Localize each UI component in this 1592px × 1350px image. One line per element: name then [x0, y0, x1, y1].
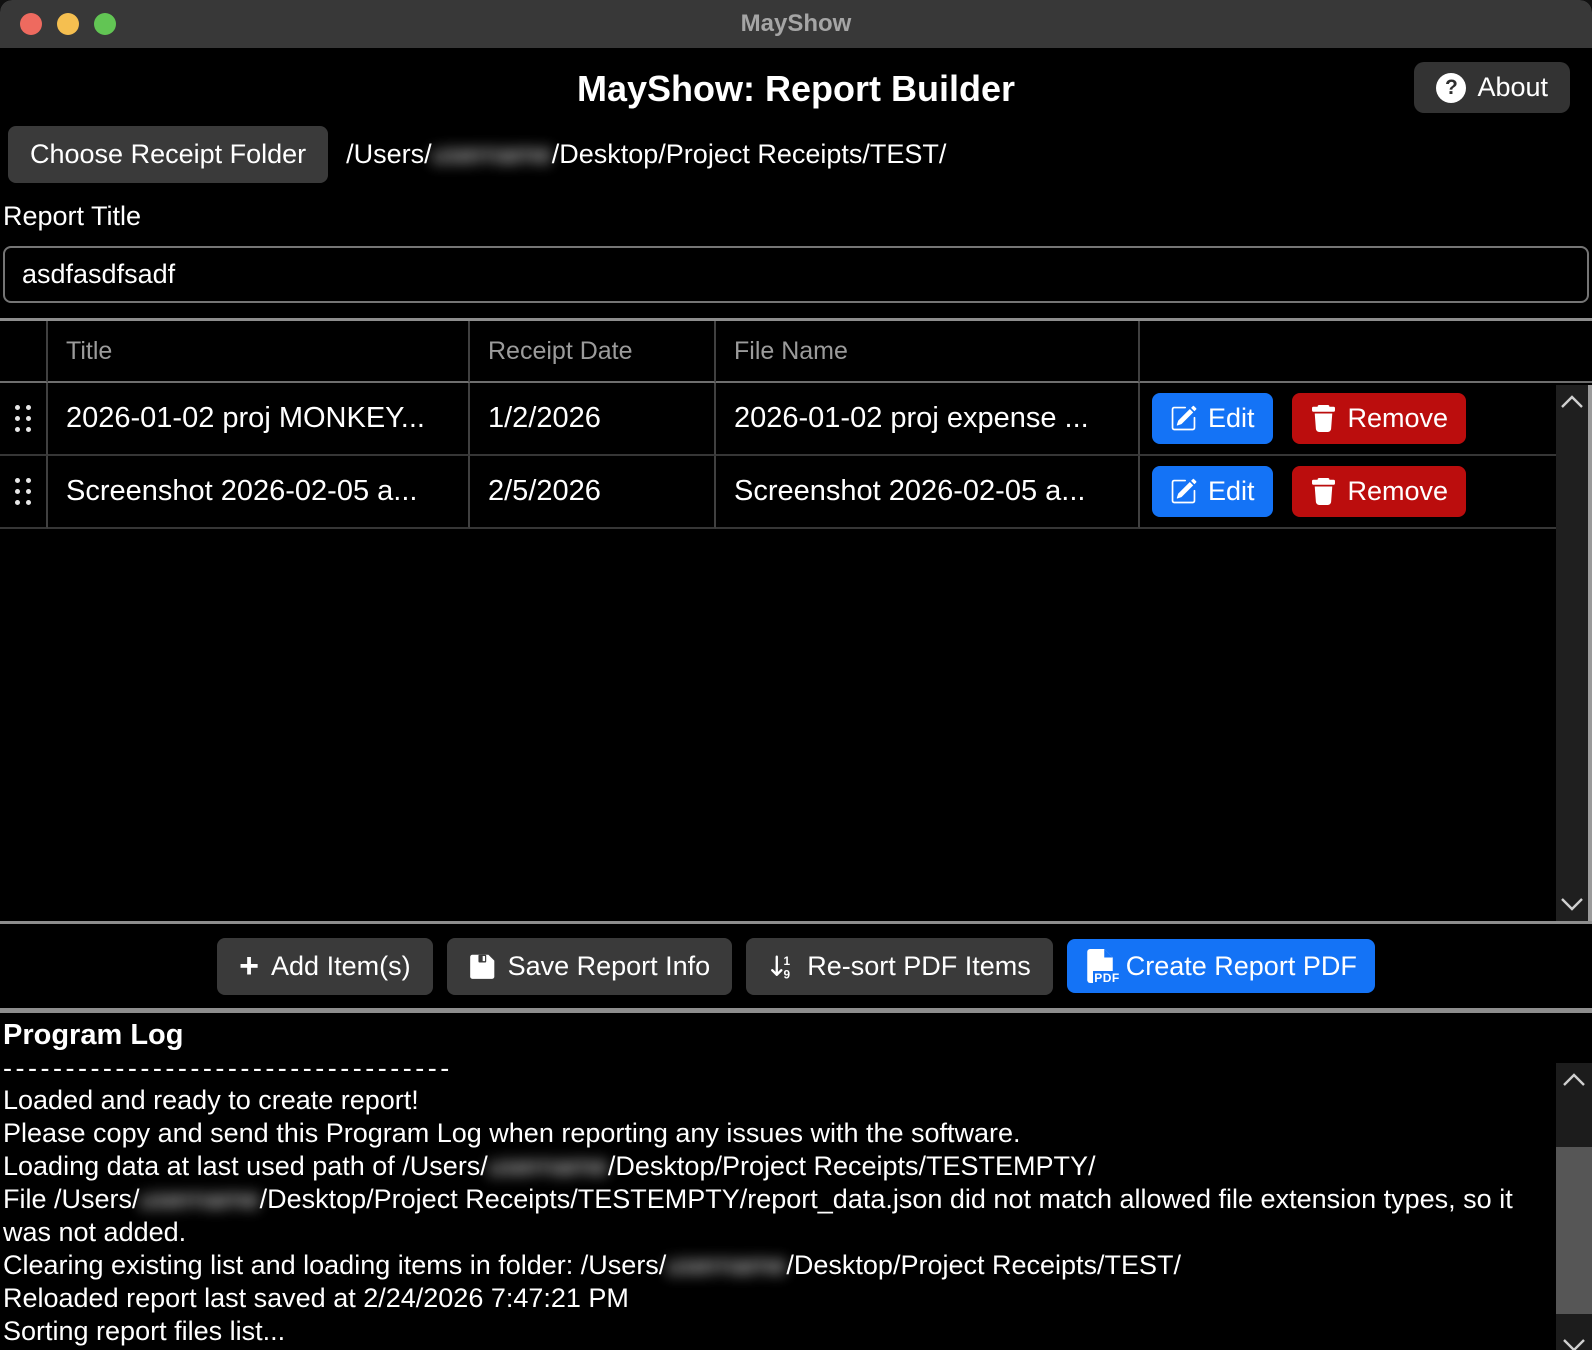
row-title-cell: Screenshot 2026-02-05 a...	[48, 456, 470, 529]
row-actions-cell: Edit Remove	[1140, 383, 1592, 456]
zoom-window-button[interactable]	[94, 13, 116, 35]
file-pdf-icon: PDF	[1085, 949, 1115, 983]
log-text: /Desktop/Project Receipts/TEST/	[786, 1250, 1181, 1280]
question-circle-icon: ?	[1436, 73, 1466, 103]
log-line: Sorting report files list...	[3, 1315, 1543, 1348]
edit-button[interactable]: Edit	[1152, 393, 1273, 444]
about-button[interactable]: ? About	[1414, 62, 1570, 113]
row-drag-cell	[0, 456, 48, 529]
log-line: Loaded and ready to create report!	[3, 1084, 1543, 1117]
log-text: /Desktop/Project Receipts/TESTEMPTY/	[608, 1151, 1096, 1181]
column-header-actions	[1140, 321, 1592, 383]
drag-column-header	[0, 321, 48, 383]
edit-button-label: Edit	[1208, 476, 1255, 507]
pencil-square-icon	[1170, 478, 1197, 505]
bottom-toolbar: + Add Item(s) Save Report Info 19 Re-sor…	[0, 924, 1592, 1008]
minimize-window-button[interactable]	[57, 13, 79, 35]
edit-button-label: Edit	[1208, 403, 1255, 434]
scroll-up-icon[interactable]	[1560, 395, 1584, 409]
receipt-folder-path: /Users/username/Desktop/Project Receipts…	[346, 139, 946, 170]
create-report-pdf-button[interactable]: PDF Create Report PDF	[1067, 939, 1375, 993]
titlebar[interactable]: MayShow	[0, 0, 1592, 48]
drag-handle-icon[interactable]	[15, 478, 31, 505]
save-report-info-button[interactable]: Save Report Info	[447, 938, 733, 995]
log-text: Loading data at last used path of /Users…	[3, 1151, 488, 1181]
redacted-username: username	[666, 1249, 786, 1282]
trash-icon	[1310, 405, 1337, 432]
app-window: MayShow MayShow: Report Builder ? About …	[0, 0, 1592, 1350]
column-header-title: Title	[48, 321, 470, 383]
edit-button[interactable]: Edit	[1152, 466, 1273, 517]
resort-pdf-items-label: Re-sort PDF Items	[807, 951, 1031, 982]
svg-text:1: 1	[784, 953, 791, 967]
scroll-down-icon[interactable]	[1560, 897, 1584, 911]
page-title: MayShow: Report Builder	[0, 60, 1592, 118]
row-actions-cell: Edit Remove	[1140, 456, 1592, 529]
folder-row: Choose Receipt Folder /Users/username/De…	[8, 126, 1592, 183]
remove-button[interactable]: Remove	[1292, 466, 1467, 517]
program-log-heading: Program Log	[3, 1019, 1592, 1052]
log-line: Clearing existing list and loading items…	[3, 1249, 1543, 1282]
row-title-cell: 2026-01-02 proj MONKEY...	[48, 383, 470, 456]
row-date-cell: 2/5/2026	[470, 456, 716, 529]
table-row: 2026-01-02 proj MONKEY... 1/2/2026 2026-…	[0, 383, 1592, 456]
redacted-username: username	[432, 139, 552, 170]
table-scrollbar[interactable]	[1556, 385, 1592, 921]
drag-handle-icon[interactable]	[15, 405, 31, 432]
table-row: Screenshot 2026-02-05 a... 2/5/2026 Scre…	[0, 456, 1592, 529]
report-title-input[interactable]	[3, 246, 1589, 303]
create-report-pdf-label: Create Report PDF	[1126, 951, 1357, 982]
report-title-label: Report Title	[3, 201, 1592, 232]
remove-button-label: Remove	[1348, 403, 1449, 434]
row-drag-cell	[0, 383, 48, 456]
redacted-username: username	[140, 1183, 260, 1216]
log-scrollbar-thumb[interactable]	[1556, 1147, 1592, 1314]
close-window-button[interactable]	[20, 13, 42, 35]
add-items-label: Add Item(s)	[271, 951, 411, 982]
sort-numeric-down-icon: 19	[768, 953, 795, 980]
log-line: Loading data at last used path of /Users…	[3, 1150, 1543, 1183]
log-text: Clearing existing list and loading items…	[3, 1250, 666, 1280]
pencil-square-icon	[1170, 405, 1197, 432]
row-file-cell: 2026-01-02 proj expense ...	[716, 383, 1140, 456]
row-date-cell: 1/2/2026	[470, 383, 716, 456]
log-text: File /Users/	[3, 1184, 140, 1214]
trash-icon	[1310, 478, 1337, 505]
table-header-row: Title Receipt Date File Name	[0, 321, 1592, 383]
scroll-down-icon[interactable]	[1562, 1338, 1586, 1350]
log-scrollbar[interactable]	[1556, 1063, 1592, 1350]
column-header-date: Receipt Date	[470, 321, 716, 383]
about-button-label: About	[1477, 72, 1548, 103]
plus-icon: +	[239, 953, 259, 980]
log-line: File /Users/username/Desktop/Project Rec…	[3, 1183, 1543, 1249]
choose-receipt-folder-button[interactable]: Choose Receipt Folder	[8, 126, 328, 183]
save-report-info-label: Save Report Info	[508, 951, 711, 982]
remove-button[interactable]: Remove	[1292, 393, 1467, 444]
path-prefix: /Users/	[346, 139, 432, 169]
log-line: Please copy and send this Program Log wh…	[3, 1117, 1543, 1150]
resort-pdf-items-button[interactable]: 19 Re-sort PDF Items	[746, 938, 1053, 995]
column-header-file: File Name	[716, 321, 1140, 383]
titlebar-title: MayShow	[741, 10, 852, 38]
program-log: Program Log ----------------------------…	[0, 1013, 1592, 1350]
row-file-cell: Screenshot 2026-02-05 a...	[716, 456, 1140, 529]
remove-button-label: Remove	[1348, 476, 1449, 507]
header: MayShow: Report Builder ? About	[0, 60, 1592, 118]
log-line: Reloaded report last saved at 2/24/2026 …	[3, 1282, 1543, 1315]
save-floppy-icon	[469, 953, 496, 980]
redacted-username: username	[488, 1150, 608, 1183]
pdf-badge: PDF	[1093, 971, 1121, 985]
scroll-up-icon[interactable]	[1562, 1073, 1586, 1087]
log-separator: ------------------------------------	[3, 1052, 503, 1084]
log-lines: Loaded and ready to create report! Pleas…	[3, 1084, 1543, 1348]
window-controls	[20, 0, 116, 48]
items-table: Title Receipt Date File Name 2026-01-02 …	[0, 318, 1592, 924]
add-items-button[interactable]: + Add Item(s)	[217, 938, 432, 995]
svg-text:9: 9	[784, 967, 791, 980]
path-suffix: /Desktop/Project Receipts/TEST/	[552, 139, 947, 169]
